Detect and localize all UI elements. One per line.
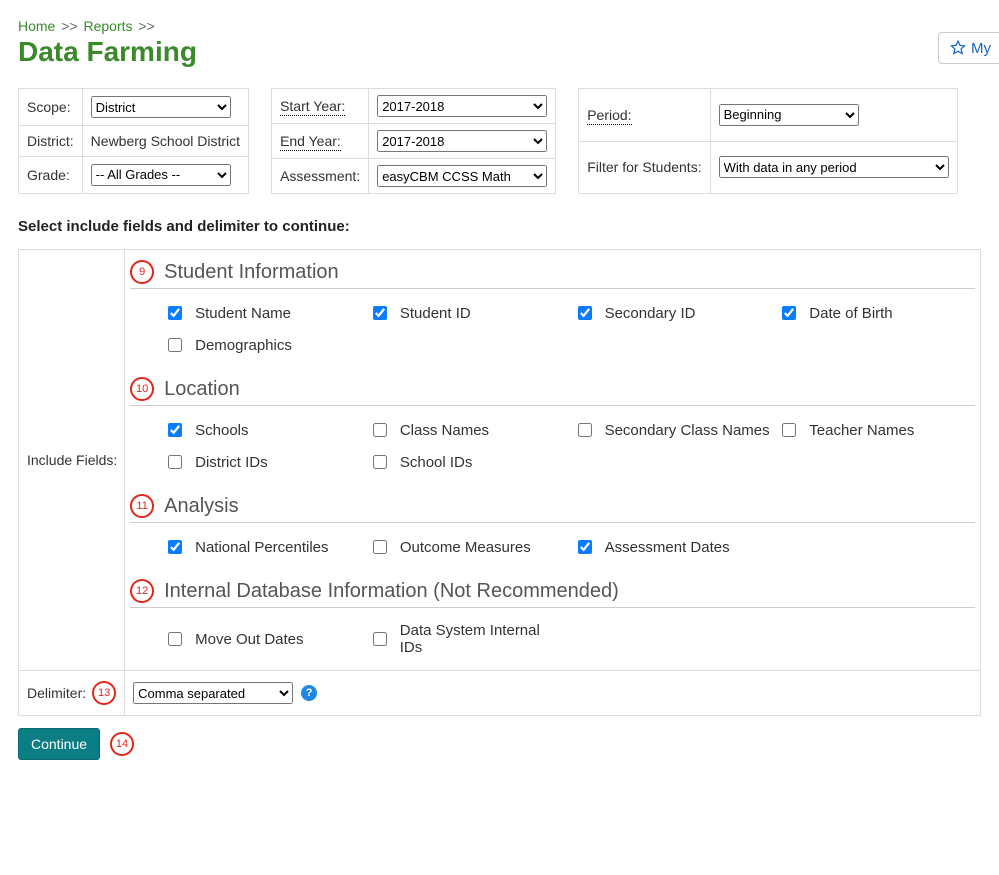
field-label: Teacher Names (809, 422, 914, 439)
field-item[interactable]: Schools (164, 420, 361, 440)
section-title: Internal Database Information (Not Recom… (164, 580, 619, 603)
field-item[interactable]: Secondary ID (574, 303, 771, 323)
district-label: District: (19, 126, 83, 157)
my-favorites-label: My (971, 40, 991, 57)
assessment-label: Assessment: (272, 159, 369, 194)
section-location: 10 Location SchoolsClass NamesSecondary … (164, 377, 975, 472)
field-label: Outcome Measures (400, 539, 531, 556)
field-item[interactable]: Demographics (164, 335, 361, 355)
field-checkbox[interactable] (168, 540, 182, 554)
field-checkbox[interactable] (373, 423, 387, 437)
field-item[interactable]: Outcome Measures (369, 537, 566, 557)
continue-button[interactable]: Continue (18, 728, 100, 760)
field-label: Data System Internal IDs (400, 622, 566, 656)
grade-select[interactable]: -- All Grades -- (91, 164, 231, 186)
startyear-label: Start Year: (280, 98, 345, 116)
field-checkbox[interactable] (578, 423, 592, 437)
help-icon[interactable]: ? (301, 685, 317, 701)
field-item[interactable]: Class Names (369, 420, 566, 440)
filters-group-period: Period: Beginning Filter for Students: W… (578, 88, 957, 194)
annotation-badge-13: 13 (92, 681, 116, 705)
field-item[interactable]: Data System Internal IDs (369, 622, 566, 656)
my-favorites-button[interactable]: My (938, 32, 999, 64)
field-item[interactable]: School IDs (369, 452, 566, 472)
field-label: Student Name (195, 305, 291, 322)
field-checkbox[interactable] (168, 455, 182, 469)
scope-select[interactable]: District (91, 96, 231, 118)
annotation-badge-10: 10 (130, 377, 154, 401)
field-checkbox[interactable] (782, 423, 796, 437)
district-value: Newberg School District (82, 126, 248, 157)
field-item[interactable]: Student Name (164, 303, 361, 323)
section-internal-db: 12 Internal Database Information (Not Re… (164, 579, 975, 656)
scope-label: Scope: (19, 89, 83, 126)
field-checkbox[interactable] (168, 423, 182, 437)
annotation-badge-9: 9 (130, 260, 154, 284)
annotation-badge-11: 11 (130, 494, 154, 518)
section-title: Location (164, 378, 240, 401)
field-label: Secondary Class Names (605, 422, 770, 439)
period-select[interactable]: Beginning (719, 104, 859, 126)
filters-group-scope: Scope: District District: Newberg School… (18, 88, 249, 194)
breadcrumb-reports[interactable]: Reports (84, 18, 133, 34)
breadcrumb-sep: >> (61, 18, 77, 34)
field-checkbox[interactable] (578, 540, 592, 554)
filters-row: Scope: District District: Newberg School… (18, 88, 981, 194)
field-checkbox[interactable] (168, 338, 182, 352)
field-label: District IDs (195, 454, 268, 471)
field-label: Class Names (400, 422, 489, 439)
breadcrumb-sep: >> (138, 18, 154, 34)
field-label: Student ID (400, 305, 471, 322)
annotation-badge-14: 14 (110, 732, 134, 756)
field-checkbox[interactable] (373, 632, 387, 646)
grade-label: Grade: (19, 156, 83, 193)
field-label: Date of Birth (809, 305, 892, 322)
field-item[interactable]: Student ID (369, 303, 566, 323)
endyear-label: End Year: (280, 133, 341, 151)
field-item[interactable]: Assessment Dates (574, 537, 771, 557)
period-label: Period: (587, 107, 631, 125)
field-checkbox[interactable] (578, 306, 592, 320)
field-label: Demographics (195, 337, 292, 354)
field-item[interactable]: Secondary Class Names (574, 420, 771, 440)
filterstudents-select[interactable]: With data in any period (719, 156, 949, 178)
delimiter-select[interactable]: Comma separated (133, 682, 293, 704)
breadcrumb-home[interactable]: Home (18, 18, 55, 34)
field-label: Schools (195, 422, 248, 439)
page-title: Data Farming (18, 36, 981, 68)
delimiter-label: Delimiter: (27, 685, 86, 701)
startyear-select[interactable]: 2017-2018 (377, 95, 547, 117)
filterstudents-label: Filter for Students: (579, 141, 710, 194)
include-fields-table: Include Fields: 9 Student Information St… (18, 249, 981, 716)
field-label: Move Out Dates (195, 631, 303, 648)
field-checkbox[interactable] (782, 306, 796, 320)
section-prompt: Select include fields and delimiter to c… (18, 218, 981, 235)
field-item[interactable]: Move Out Dates (164, 622, 361, 656)
field-checkbox[interactable] (373, 306, 387, 320)
field-checkbox[interactable] (168, 306, 182, 320)
include-fields-label: Include Fields: (19, 250, 125, 671)
field-checkbox[interactable] (373, 540, 387, 554)
section-analysis: 11 Analysis National PercentilesOutcome … (164, 494, 975, 557)
filters-group-year: Start Year: 2017-2018 End Year: 2017-201… (271, 88, 556, 194)
field-label: School IDs (400, 454, 473, 471)
assessment-select[interactable]: easyCBM CCSS Math (377, 165, 547, 187)
field-item[interactable]: Date of Birth (778, 303, 975, 323)
field-item[interactable]: National Percentiles (164, 537, 361, 557)
field-checkbox[interactable] (373, 455, 387, 469)
field-item[interactable]: Teacher Names (778, 420, 975, 440)
section-student-information: 9 Student Information Student NameStuden… (164, 260, 975, 355)
star-icon (949, 39, 967, 57)
field-item[interactable]: District IDs (164, 452, 361, 472)
endyear-select[interactable]: 2017-2018 (377, 130, 547, 152)
section-title: Student Information (164, 261, 339, 284)
annotation-badge-12: 12 (130, 579, 154, 603)
field-label: National Percentiles (195, 539, 328, 556)
field-label: Secondary ID (605, 305, 696, 322)
breadcrumb: Home >> Reports >> (18, 18, 981, 34)
field-label: Assessment Dates (605, 539, 730, 556)
field-checkbox[interactable] (168, 632, 182, 646)
section-title: Analysis (164, 495, 238, 518)
